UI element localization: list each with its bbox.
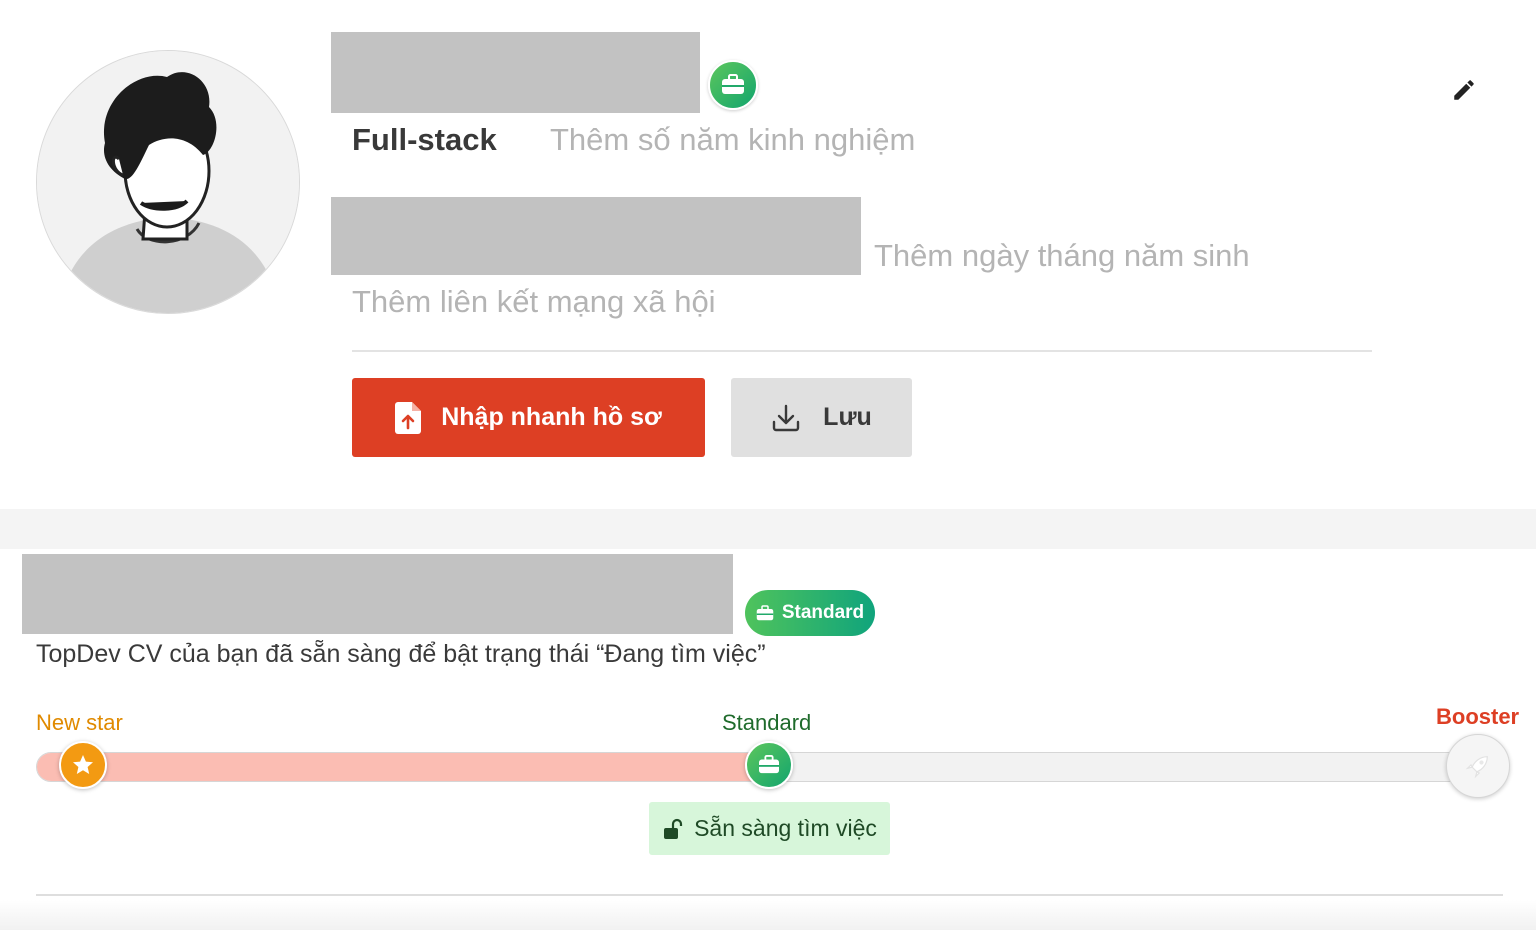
rocket-icon [1465, 756, 1488, 779]
star-icon [73, 755, 93, 774]
status-title-redacted [22, 554, 733, 634]
level-label-new-star: New star [36, 710, 123, 735]
briefcase-badge [708, 60, 758, 110]
save-button[interactable]: Lưu [731, 378, 912, 457]
briefcase-icon [756, 604, 774, 620]
edit-profile-button[interactable] [1448, 74, 1480, 106]
standard-badge: Standard [745, 590, 875, 636]
download-icon [772, 404, 800, 431]
level-label-booster: Booster [1436, 704, 1520, 729]
standard-badge-label: Standard [781, 602, 865, 623]
bottom-shadow [0, 900, 1536, 930]
avatar[interactable] [36, 50, 300, 314]
save-label: Lưu [823, 403, 872, 431]
level-node-new-star [59, 741, 107, 789]
level-progress-fill [37, 753, 756, 781]
profile-page: { "profile": { "role": "Full-stack", "ye… [0, 0, 1536, 930]
ready-status-chip[interactable]: Sẵn sàng tìm việc [649, 802, 890, 855]
pencil-icon [1454, 80, 1474, 100]
ready-status-label: Sẵn sàng tìm việc [694, 815, 877, 841]
divider [36, 894, 1503, 896]
quick-import-label: Nhập nhanh hồ sơ [441, 403, 662, 431]
briefcase-icon [722, 74, 744, 94]
status-description: TopDev CV của bạn đã sẵn sàng để bật trạ… [36, 640, 766, 668]
file-upload-icon [395, 401, 422, 434]
job-title: Full-stack [352, 122, 497, 157]
level-node-standard [745, 741, 793, 789]
section-separator [0, 509, 1536, 549]
contact-info-redacted [331, 197, 861, 275]
name-redacted [331, 32, 700, 113]
level-node-booster [1446, 734, 1510, 798]
add-experience-years-link[interactable]: Thêm số năm kinh nghiệm [550, 122, 915, 158]
level-label-standard: Standard [722, 710, 812, 735]
add-birthdate-link[interactable]: Thêm ngày tháng năm sinh [874, 238, 1250, 274]
briefcase-icon [759, 755, 779, 774]
unlock-icon [664, 818, 683, 839]
add-social-link[interactable]: Thêm liên kết mạng xã hội [352, 284, 716, 320]
quick-import-button[interactable]: Nhập nhanh hồ sơ [352, 378, 705, 457]
divider [352, 350, 1372, 352]
avatar-illustration [37, 51, 299, 313]
